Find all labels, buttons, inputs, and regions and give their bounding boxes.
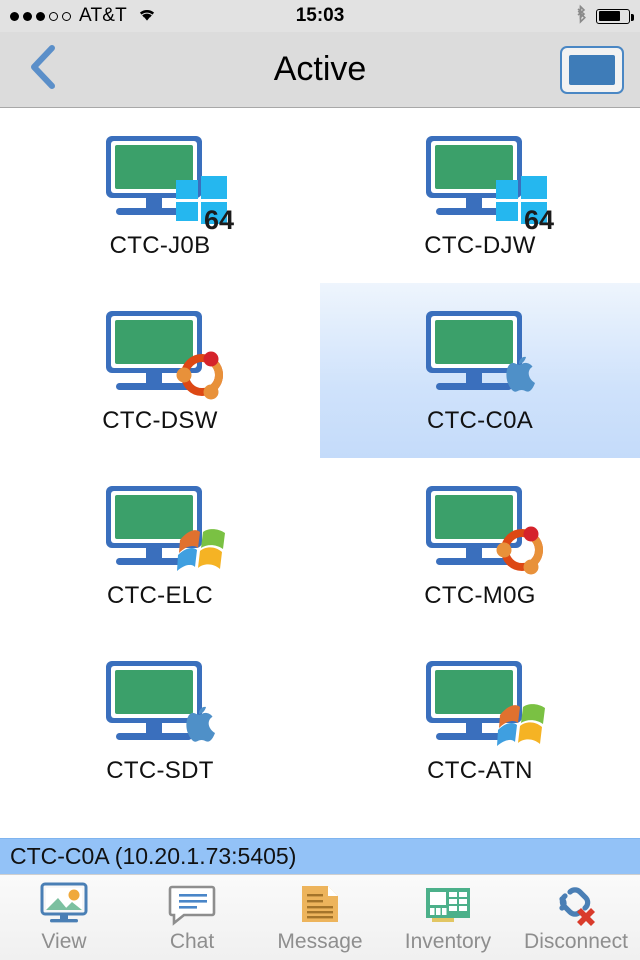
toolbar-label: Message bbox=[277, 929, 363, 953]
bottom-toolbar: View Chat Message Inventory Disconnect bbox=[0, 874, 640, 960]
host-name-label: CTC-C0A bbox=[426, 406, 534, 434]
status-bar: AT&T 15:03 bbox=[0, 0, 640, 32]
ubuntu-logo-icon bbox=[496, 526, 543, 574]
back-button[interactable] bbox=[16, 40, 70, 100]
host-name-label: CTC-J0B bbox=[109, 231, 211, 259]
bluetooth-icon bbox=[574, 4, 588, 29]
selected-host-info-bar: CTC-C0A (10.20.1.73:5405) bbox=[0, 838, 640, 874]
document-icon bbox=[294, 882, 346, 928]
broken-link-icon bbox=[550, 882, 602, 928]
toolbar-label: View bbox=[41, 929, 87, 953]
os-badge-windows7 bbox=[494, 699, 550, 751]
screen-view-button[interactable] bbox=[560, 45, 624, 94]
app-screen: AT&T 15:03 Active 64 CTC-J0B 64 CTC-DJW … bbox=[0, 0, 640, 960]
os-badge-apple bbox=[494, 349, 550, 401]
ubuntu-logo-icon bbox=[176, 351, 223, 399]
wifi-icon bbox=[136, 6, 158, 27]
host-name-label: CTC-ATN bbox=[427, 756, 533, 784]
apple-logo-icon bbox=[186, 706, 215, 742]
host-computer-icon: 64 bbox=[414, 132, 554, 235]
host-grid-area: 64 CTC-J0B 64 CTC-DJW CTC-DSW CTC-C0A CT… bbox=[0, 108, 640, 838]
host-cell-ctc-djw[interactable]: 64 CTC-DJW bbox=[320, 108, 640, 283]
windows7-logo-icon bbox=[177, 528, 225, 571]
host-computer-icon bbox=[414, 482, 546, 578]
toolbar-button-inventory[interactable]: Inventory bbox=[384, 875, 512, 960]
host-name-label: CTC-SDT bbox=[106, 756, 214, 784]
os-badge-windows7 bbox=[174, 524, 230, 576]
os-badge-apple bbox=[174, 699, 230, 751]
host-computer-icon bbox=[94, 307, 226, 403]
status-bar-right bbox=[574, 4, 634, 29]
host-computer-icon bbox=[94, 482, 226, 578]
os-badge-ubuntu bbox=[174, 349, 230, 401]
host-computer-icon bbox=[94, 657, 226, 753]
architecture-badge: 64 bbox=[523, 204, 554, 235]
host-name-label: CTC-M0G bbox=[424, 581, 536, 609]
toolbar-button-view[interactable]: View bbox=[0, 875, 128, 960]
navigation-bar: Active bbox=[0, 32, 640, 108]
toolbar-button-disconnect[interactable]: Disconnect bbox=[512, 875, 640, 960]
toolbar-label: Inventory bbox=[404, 929, 492, 953]
apple-logo-icon bbox=[506, 356, 535, 392]
host-cell-ctc-elc[interactable]: CTC-ELC bbox=[0, 458, 320, 633]
toolbar-button-chat[interactable]: Chat bbox=[128, 875, 256, 960]
monitor-picture-icon bbox=[38, 882, 90, 928]
host-grid: 64 CTC-J0B 64 CTC-DJW CTC-DSW CTC-C0A CT… bbox=[0, 108, 640, 808]
battery-icon bbox=[596, 8, 634, 24]
architecture-badge: 64 bbox=[203, 204, 234, 235]
host-computer-icon: 64 bbox=[94, 132, 234, 235]
host-name-label: CTC-ELC bbox=[106, 581, 214, 609]
toolbar-label: Disconnect bbox=[524, 929, 628, 953]
host-cell-ctc-c0a[interactable]: CTC-C0A bbox=[320, 283, 640, 458]
host-computer-icon bbox=[414, 307, 546, 403]
os-badge-ubuntu bbox=[494, 524, 550, 576]
toolbar-label: Chat bbox=[169, 929, 215, 953]
page-title: Active bbox=[273, 50, 367, 88]
windows7-logo-icon bbox=[497, 703, 545, 746]
host-cell-ctc-sdt[interactable]: CTC-SDT bbox=[0, 633, 320, 808]
carrier-label: AT&T bbox=[79, 5, 127, 26]
host-computer-icon bbox=[414, 657, 546, 753]
host-name-label: CTC-DJW bbox=[424, 231, 536, 259]
toolbar-button-message[interactable]: Message bbox=[256, 875, 384, 960]
host-cell-ctc-j0b[interactable]: 64 CTC-J0B bbox=[0, 108, 320, 283]
chat-bubble-icon bbox=[166, 882, 218, 928]
screen-view-icon bbox=[569, 54, 615, 85]
circuit-board-icon bbox=[422, 882, 474, 928]
chevron-left-icon bbox=[26, 42, 60, 97]
host-cell-ctc-dsw[interactable]: CTC-DSW bbox=[0, 283, 320, 458]
host-cell-ctc-m0g[interactable]: CTC-M0G bbox=[320, 458, 640, 633]
status-bar-left: AT&T bbox=[10, 5, 158, 27]
host-name-label: CTC-DSW bbox=[102, 406, 218, 434]
host-cell-ctc-atn[interactable]: CTC-ATN bbox=[320, 633, 640, 808]
signal-strength-icon bbox=[10, 11, 71, 21]
selected-host-info-text: CTC-C0A (10.20.1.73:5405) bbox=[10, 843, 297, 869]
